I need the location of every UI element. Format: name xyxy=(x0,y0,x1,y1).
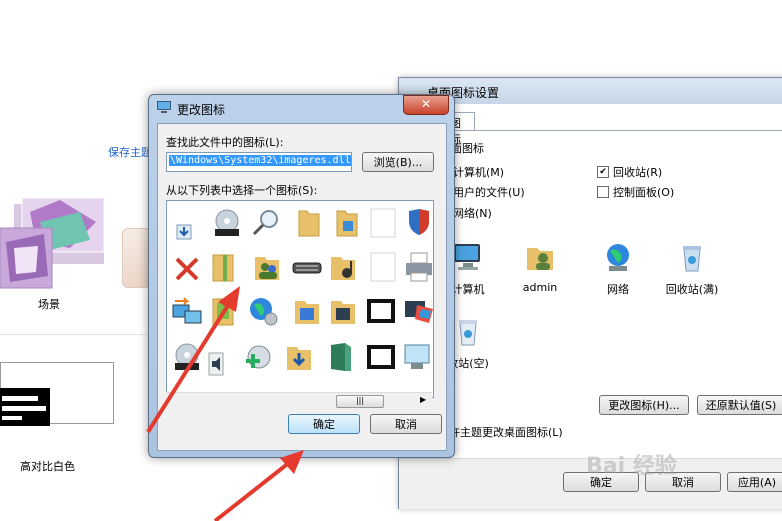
blank-page-icon[interactable] xyxy=(367,207,399,239)
folder-green-icon[interactable] xyxy=(207,251,239,283)
scene-theme-image xyxy=(0,197,105,289)
icon-grid[interactable] xyxy=(166,200,434,398)
checkbox-network-label: 网络(N) xyxy=(453,207,492,220)
checkbox-control-panel-box[interactable] xyxy=(597,186,609,198)
save-theme-link[interactable]: 保存主题 xyxy=(108,144,152,160)
checkbox-network[interactable]: 网络(N) xyxy=(453,205,492,221)
folder-icon[interactable] xyxy=(291,207,323,239)
dis-icon-admin-label: admin xyxy=(522,281,558,294)
dis-icon-recycle-full[interactable]: 回收站(满) xyxy=(657,240,727,297)
display-colors-icon[interactable] xyxy=(403,295,434,327)
computer-icon xyxy=(454,244,480,270)
icon-file-path-input[interactable]: \Windows\System32\imageres.dll xyxy=(166,152,352,172)
change-icon-dialog: 更改图标 ✕ 查找此文件中的图标(L): \Windows\System32\i… xyxy=(148,94,455,458)
checkbox-recycle-bin[interactable]: ✔ 回收站(R) xyxy=(597,164,662,180)
select-icon-label: 从以下列表中选择一个图标(S): xyxy=(166,184,318,197)
scroll-right-arrow-icon[interactable]: ▶ xyxy=(420,395,426,404)
dis-icon-recycle-full-label: 回收站(满) xyxy=(665,283,719,296)
filmstrip-2-icon[interactable] xyxy=(365,341,397,373)
recycle-bin-full-icon xyxy=(683,246,701,272)
shield-control-panel-icon[interactable] xyxy=(403,207,434,239)
desktop-icon-settings-dialog: 桌面图标设置 图标 面图标 计算机(M) ✔ 回收站(R) 用户的文件(U) 控… xyxy=(398,77,782,509)
filmstrip-icon[interactable] xyxy=(365,295,397,327)
folder-blue-icon[interactable] xyxy=(291,295,323,327)
dvd-drive-icon[interactable] xyxy=(171,341,203,373)
download-arrow-icon[interactable] xyxy=(171,211,203,243)
users-folder-icon[interactable] xyxy=(251,251,283,283)
close-button[interactable]: ✕ xyxy=(403,95,449,115)
folder-music-icon[interactable] xyxy=(327,251,359,283)
ci-ok-button[interactable]: 确定 xyxy=(288,414,360,434)
globe-settings-icon[interactable] xyxy=(247,295,279,327)
checkbox-computer[interactable]: 计算机(M) xyxy=(453,164,504,180)
network-transfer-icon[interactable] xyxy=(171,295,203,327)
theme-scene-thumbnail[interactable] xyxy=(0,192,110,292)
restore-default-button[interactable]: 还原默认值(S) xyxy=(697,395,782,415)
checkbox-recycle-bin-box[interactable]: ✔ xyxy=(597,166,609,178)
checkbox-recycle-bin-label: 回收站(R) xyxy=(613,166,663,179)
change-icon-button[interactable]: 更改图标(H)... xyxy=(599,395,689,415)
user-folder-icon xyxy=(527,248,553,270)
dis-apply-button[interactable]: 应用(A) xyxy=(727,472,782,492)
icon-file-path-text: \Windows\System32\imageres.dll xyxy=(169,155,351,166)
dvd-rw-icon[interactable] xyxy=(211,207,243,239)
checkbox-control-panel[interactable]: 控制面板(O) xyxy=(597,184,674,200)
magnifier-icon[interactable] xyxy=(251,207,283,239)
arrow-to-ok xyxy=(213,450,304,521)
allow-themes-checkbox-label[interactable]: 许主题更改桌面图标(L) xyxy=(449,424,563,440)
folder-download-icon[interactable] xyxy=(283,341,315,373)
blank-page-2-icon[interactable] xyxy=(367,251,399,283)
ci-cancel-button[interactable]: 取消 xyxy=(370,414,442,434)
bg-divider xyxy=(0,334,160,335)
watermark: Bai 经验 xyxy=(586,454,677,479)
desktop-icons-group-label: 面图标 xyxy=(451,142,484,155)
checkbox-user-files[interactable]: 用户的文件(U) xyxy=(453,184,525,200)
dis-icon-admin[interactable]: admin xyxy=(505,240,575,294)
icon-grid-hscrollbar[interactable]: ||| ▶ xyxy=(166,392,432,409)
dis-titlebar[interactable]: 桌面图标设置 xyxy=(399,78,782,104)
checkbox-computer-label: 计算机(M) xyxy=(453,166,505,179)
delete-x-icon[interactable] xyxy=(171,253,203,285)
ci-body: 查找此文件中的图标(L): \Windows\System32\imageres… xyxy=(157,123,447,451)
theme-high-contrast-label: 高对比白色 xyxy=(20,460,75,473)
ci-title: 更改图标 xyxy=(177,103,226,117)
keyboard-icon[interactable] xyxy=(291,251,323,283)
folder-shortcut-icon[interactable] xyxy=(331,207,363,239)
printer-icon[interactable] xyxy=(403,251,434,283)
dis-icon-network[interactable]: 网络 xyxy=(583,240,653,297)
scrollbar-thumb[interactable]: ||| xyxy=(336,395,384,408)
window-app-icon xyxy=(157,101,171,113)
theme-scene-label: 场景 xyxy=(38,298,60,311)
checkbox-control-panel-label: 控制面板(O) xyxy=(613,186,675,199)
dis-icon-network-label: 网络 xyxy=(607,283,629,296)
speaker-icon[interactable] xyxy=(203,349,235,381)
checkbox-user-files-label: 用户的文件(U) xyxy=(453,186,525,199)
find-icons-label: 查找此文件中的图标(L): xyxy=(166,136,284,149)
monitor-icon[interactable] xyxy=(403,341,434,373)
browse-button[interactable]: 浏览(B)... xyxy=(362,152,434,172)
network-globe-icon xyxy=(607,244,629,271)
media-add-icon[interactable] xyxy=(243,341,275,373)
folder-film-icon[interactable] xyxy=(327,295,359,327)
book-icon[interactable] xyxy=(325,341,357,373)
folder-zip-icon[interactable] xyxy=(207,295,239,327)
theme-high-contrast-swatch xyxy=(0,388,50,426)
recycle-bin-empty-icon xyxy=(459,320,477,346)
